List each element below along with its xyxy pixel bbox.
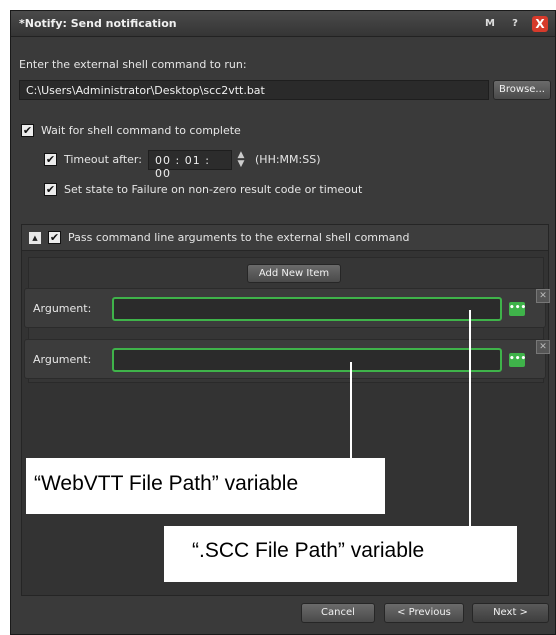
title-bar: *Notify: Send notification M ? X — [11, 11, 555, 37]
timeout-input[interactable]: 00 : 01 : 00 — [148, 150, 232, 180]
help-icon[interactable]: ? — [507, 16, 523, 32]
browse-button[interactable]: Browse... — [493, 80, 551, 100]
command-path-input[interactable]: C:\Users\Administrator\Desktop\scc2vtt.b… — [19, 80, 489, 100]
next-button[interactable]: Next > — [472, 603, 549, 623]
previous-button[interactable]: < Previous — [384, 603, 464, 623]
timeout-label: Timeout after: — [64, 153, 142, 166]
remove-item-icon[interactable]: ✕ — [536, 289, 550, 303]
add-new-item-button[interactable]: Add New Item — [247, 264, 341, 283]
wait-checkbox[interactable]: ✔ — [21, 124, 34, 137]
argument-input[interactable] — [112, 297, 502, 321]
command-prompt-label: Enter the external shell command to run: — [19, 58, 247, 71]
pass-args-label: Pass command line arguments to the exter… — [68, 231, 410, 244]
wait-label: Wait for shell command to complete — [41, 124, 241, 137]
remove-item-icon[interactable]: ✕ — [536, 340, 550, 354]
failure-checkbox[interactable]: ✔ — [44, 183, 57, 196]
webvtt-callout-line — [350, 362, 352, 458]
m-button[interactable]: M — [482, 16, 498, 32]
argument-label: Argument: — [33, 302, 92, 315]
argument-row: Argument: ••• ✕ — [24, 288, 550, 328]
argument-label: Argument: — [33, 353, 92, 366]
dialog-title: *Notify: Send notification — [19, 17, 177, 30]
argument-input[interactable] — [112, 348, 502, 372]
scc-callout: “.SCC File Path” variable — [164, 526, 517, 582]
close-icon[interactable]: X — [532, 16, 548, 32]
variable-picker-icon[interactable]: ••• — [509, 302, 526, 316]
scc-callout-line — [469, 310, 471, 528]
argument-row: Argument: ••• ✕ — [24, 339, 550, 379]
spinner-icon[interactable]: ▲ ▼ — [235, 151, 247, 169]
timeout-checkbox[interactable]: ✔ — [44, 153, 57, 166]
variable-picker-icon[interactable]: ••• — [509, 353, 526, 367]
failure-label: Set state to Failure on non-zero result … — [64, 183, 363, 196]
timeout-format-label: (HH:MM:SS) — [255, 153, 321, 166]
cancel-button[interactable]: Cancel — [301, 603, 375, 623]
collapse-icon[interactable]: ▲ — [29, 232, 41, 244]
arguments-section-header: ▲ ✔ Pass command line arguments to the e… — [22, 225, 548, 251]
pass-args-checkbox[interactable]: ✔ — [48, 231, 61, 244]
webvtt-callout: “WebVTT File Path” variable — [26, 458, 385, 514]
